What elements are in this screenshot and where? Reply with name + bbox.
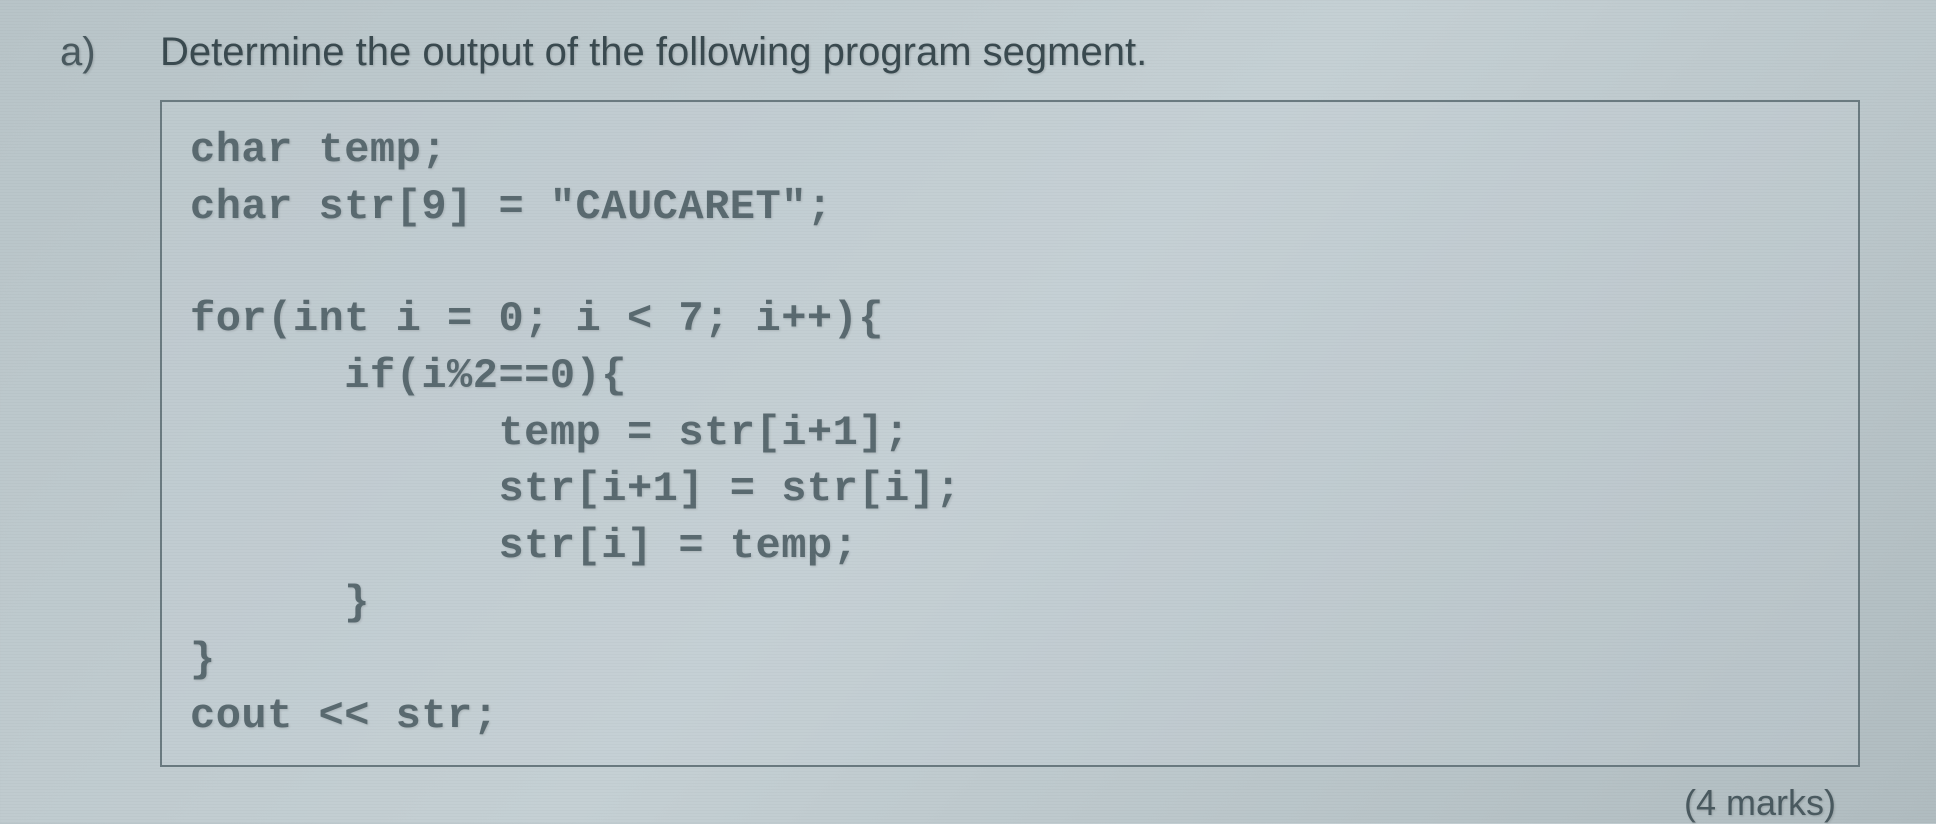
- code-line-4: if(i%2==0){: [190, 348, 1830, 405]
- code-line-1: char str[9] = "CAUCARET";: [190, 179, 1830, 236]
- question-label: a): [60, 30, 160, 75]
- code-line-7: str[i] = temp;: [190, 518, 1830, 575]
- code-line-9: }: [190, 632, 1830, 689]
- code-line-8: }: [190, 575, 1830, 632]
- code-line-2: [190, 235, 1830, 291]
- marks-label: (4 marks): [60, 782, 1836, 824]
- question-text: Determine the output of the following pr…: [160, 30, 1876, 75]
- code-container: char temp; char str[9] = "CAUCARET"; for…: [160, 100, 1876, 767]
- code-line-10: cout << str;: [190, 688, 1830, 745]
- code-box: char temp; char str[9] = "CAUCARET"; for…: [160, 100, 1860, 767]
- code-line-6: str[i+1] = str[i];: [190, 461, 1830, 518]
- code-line-3: for(int i = 0; i < 7; i++){: [190, 291, 1830, 348]
- code-line-0: char temp;: [190, 122, 1830, 179]
- code-line-5: temp = str[i+1];: [190, 405, 1830, 462]
- question-row: a) Determine the output of the following…: [60, 30, 1876, 75]
